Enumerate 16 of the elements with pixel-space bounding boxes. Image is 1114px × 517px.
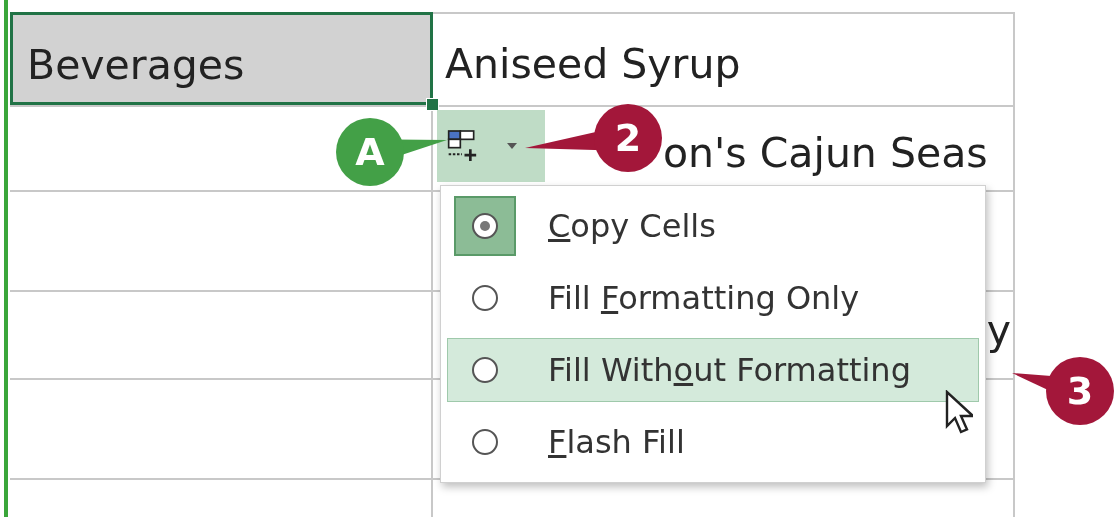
- menu-item[interactable]: Copy Cells: [447, 194, 979, 258]
- menu-item[interactable]: Fill Formatting Only: [447, 266, 979, 330]
- spreadsheet-cell[interactable]: [10, 190, 433, 290]
- fill-handle[interactable]: [426, 98, 439, 111]
- auto-fill-options-button[interactable]: [437, 110, 545, 182]
- spreadsheet-cell[interactable]: [10, 378, 433, 478]
- mouse-pointer-icon: [945, 390, 973, 434]
- menu-item[interactable]: Flash Fill: [447, 410, 979, 474]
- step-callout-tooltip: 2: [523, 102, 664, 174]
- spreadsheet-cell[interactable]: [10, 290, 433, 378]
- caret-icon: [507, 143, 517, 149]
- spreadsheet-cell[interactable]: Beverages: [10, 12, 433, 105]
- radio-button[interactable]: [454, 196, 516, 256]
- spreadsheet-cell[interactable]: Aniseed Syrup: [433, 12, 1015, 105]
- menu-item[interactable]: Fill Without Formatting: [447, 338, 979, 402]
- step-callout-tooltip: 3: [1010, 356, 1114, 426]
